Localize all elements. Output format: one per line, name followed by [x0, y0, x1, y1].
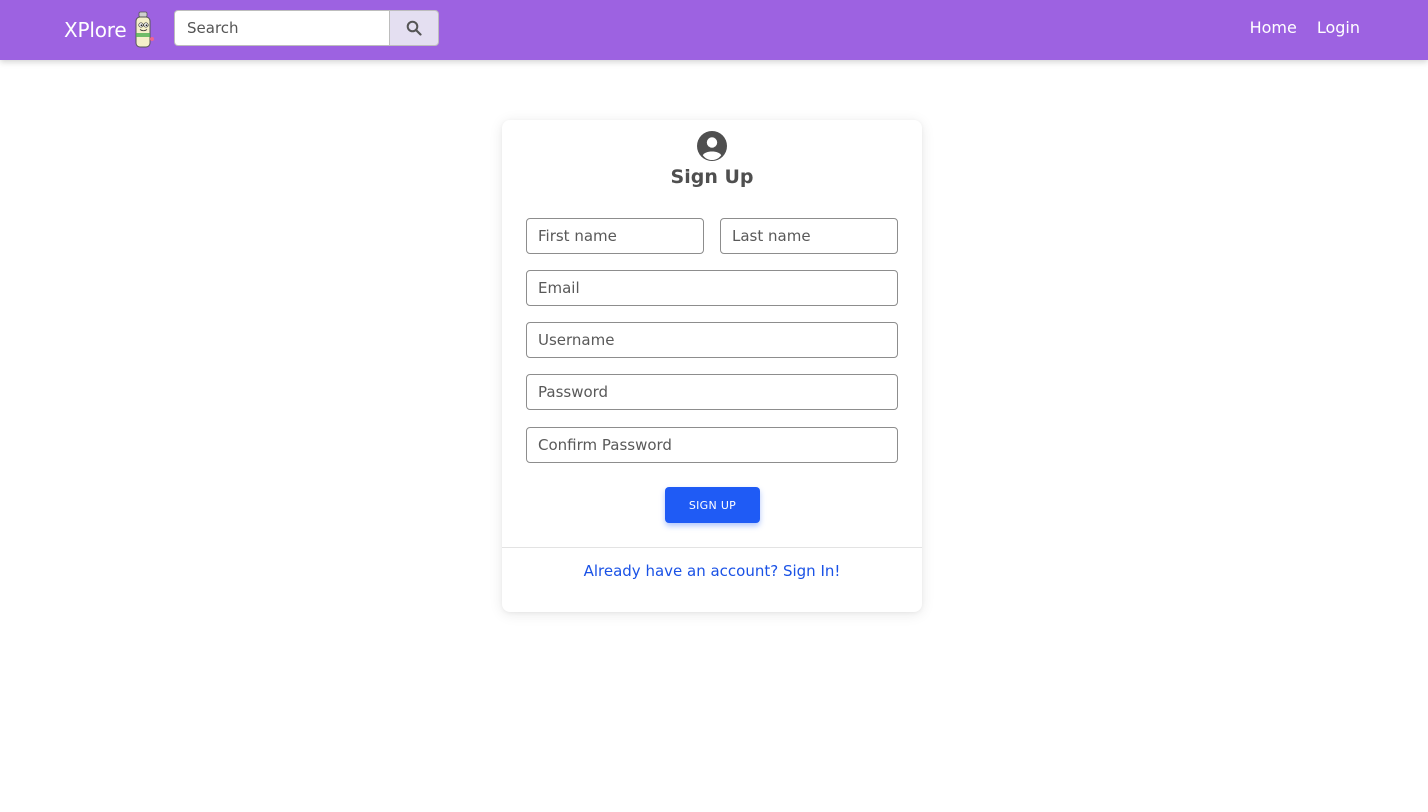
nav-home-link[interactable]: Home [1250, 18, 1297, 37]
nav-login-link[interactable]: Login [1317, 18, 1360, 37]
username-field[interactable] [526, 322, 898, 358]
nav-links: Home Login [1230, 0, 1360, 54]
sign-in-link[interactable]: Already have an account? Sign In! [502, 562, 922, 580]
search-form [174, 10, 439, 46]
password-field[interactable] [526, 374, 898, 410]
spray-can-mascot-logo [135, 11, 155, 48]
search-button[interactable] [389, 10, 439, 46]
email-field[interactable] [526, 270, 898, 306]
user-circle-icon [697, 131, 727, 161]
sign-up-button[interactable]: SIGN UP [665, 487, 760, 523]
confirm-password-field[interactable] [526, 427, 898, 463]
signup-card: Sign Up SIGN UP Already have an account?… [502, 120, 922, 612]
last-name-field[interactable] [720, 218, 898, 254]
navbar: XPlore Home Login [0, 0, 1428, 60]
search-input[interactable] [174, 10, 389, 46]
brand-link[interactable]: XPlore [64, 10, 156, 50]
first-name-field[interactable] [526, 218, 704, 254]
card-divider [502, 547, 922, 548]
search-icon [406, 20, 422, 36]
page-title: Sign Up [670, 166, 754, 188]
brand-name: XPlore [64, 18, 127, 42]
card-header: Sign Up [502, 130, 922, 188]
